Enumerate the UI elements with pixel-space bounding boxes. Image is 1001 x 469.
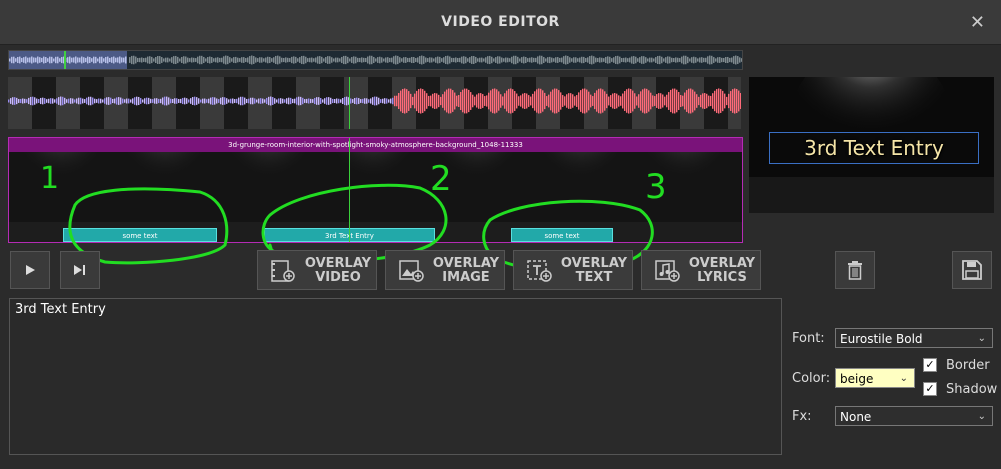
overlay-text-label: OVERLAY TEXT — [560, 256, 628, 285]
track-header: 3d-grunge-room-interior-with-spotlight-s… — [9, 138, 742, 152]
delete-button[interactable] — [835, 251, 875, 289]
overlay-lyrics-label: OVERLAY LYRICS — [688, 256, 756, 285]
fx-select-value: None — [840, 410, 872, 424]
save-button[interactable] — [952, 251, 992, 289]
font-select[interactable]: Eurostile Bold ⌄ — [835, 328, 993, 348]
save-icon — [962, 260, 982, 280]
shadow-checkbox[interactable]: ✓ — [923, 382, 937, 396]
window-title: VIDEO EDITOR — [441, 14, 560, 30]
overlay-video-label: OVERLAY VIDEO — [304, 256, 372, 285]
trash-icon — [848, 261, 862, 280]
text-clip-3[interactable]: some text — [511, 228, 613, 242]
border-label: Border — [946, 358, 990, 373]
music-add-icon — [655, 260, 680, 282]
overview-waveform — [9, 55, 742, 65]
title-bar: VIDEO EDITOR ✕ — [0, 0, 1001, 45]
overlay-image-label: OVERLAY IMAGE — [432, 256, 500, 285]
overlay-text-button[interactable]: OVERLAY TEXT — [513, 250, 633, 290]
waveform-graphic — [8, 77, 741, 129]
track-playhead[interactable] — [349, 138, 350, 242]
overlay-image-button[interactable]: OVERLAY IMAGE — [385, 250, 505, 290]
border-checkbox[interactable]: ✓ — [923, 358, 937, 372]
font-select-value: Eurostile Bold — [840, 332, 923, 346]
preview-text-overlay[interactable]: 3rd Text Entry — [769, 132, 979, 164]
waveform-playhead[interactable] — [349, 77, 350, 129]
skip-to-end-icon — [74, 265, 85, 275]
image-add-icon — [399, 260, 424, 282]
play-button[interactable] — [10, 251, 50, 289]
overview-playhead[interactable] — [64, 51, 66, 69]
fx-label: Fx: — [792, 409, 812, 424]
skip-to-end-button[interactable] — [60, 251, 100, 289]
text-add-icon — [527, 260, 552, 282]
audio-waveform[interactable] — [8, 77, 741, 129]
overlay-video-button[interactable]: OVERLAY VIDEO — [257, 250, 377, 290]
color-select[interactable]: beige ⌄ — [835, 368, 915, 388]
text-entry-editor[interactable]: 3rd Text Entry — [9, 298, 782, 455]
chevron-down-icon: ⌄ — [977, 411, 986, 422]
play-icon — [26, 265, 35, 275]
font-label: Font: — [792, 331, 825, 346]
text-clip-1[interactable]: some text — [63, 228, 217, 242]
timeline-overview[interactable] — [8, 50, 743, 70]
overlay-lyrics-button[interactable]: OVERLAY LYRICS — [641, 250, 761, 290]
close-icon[interactable]: ✕ — [970, 12, 985, 33]
fx-select[interactable]: None ⌄ — [835, 406, 993, 426]
film-add-icon — [271, 260, 295, 282]
color-select-value: beige — [840, 372, 874, 386]
chevron-down-icon: ⌄ — [977, 333, 986, 344]
chevron-down-icon: ⌄ — [899, 373, 908, 384]
video-preview: 3rd Text Entry — [749, 77, 994, 213]
color-label: Color: — [792, 371, 831, 386]
shadow-label: Shadow — [946, 382, 998, 397]
video-track[interactable]: 3d-grunge-room-interior-with-spotlight-s… — [8, 137, 743, 243]
